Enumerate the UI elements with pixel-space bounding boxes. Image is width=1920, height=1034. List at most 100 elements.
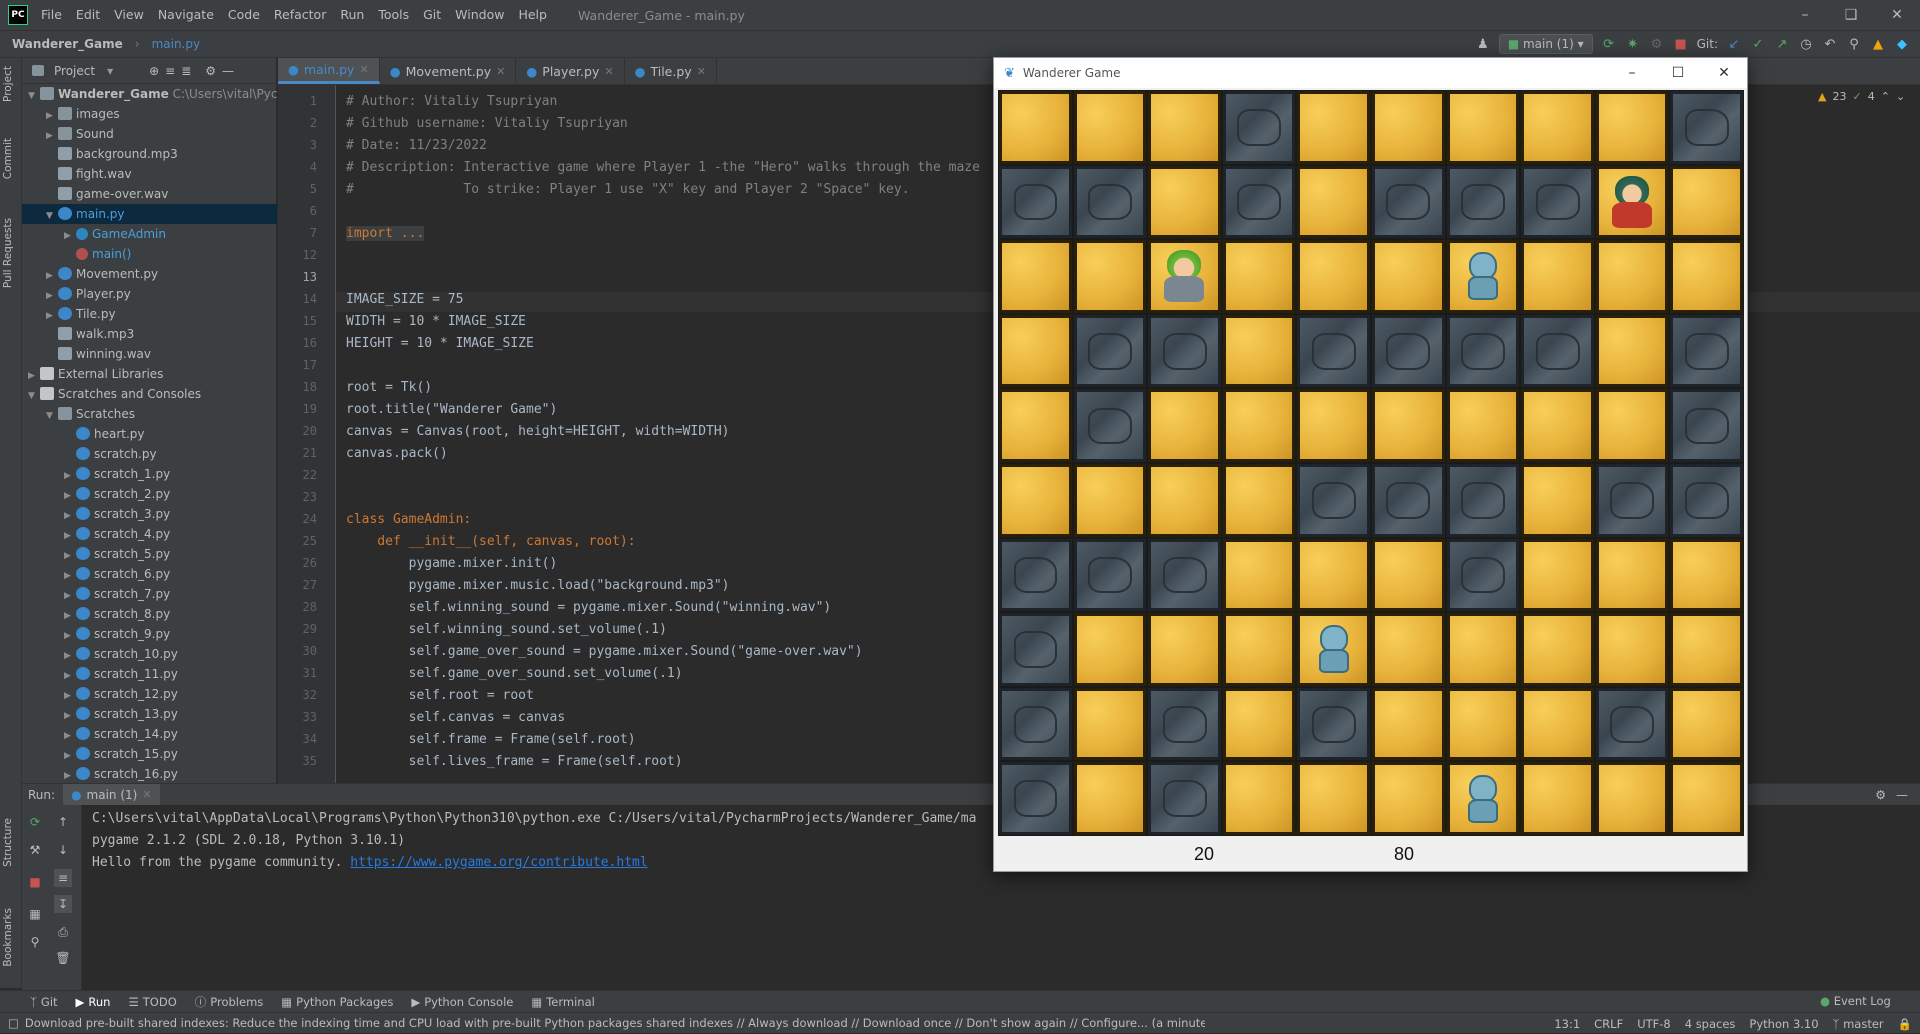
tree-item[interactable]: ▶ scratch_2.py — [22, 484, 277, 504]
menu-window[interactable]: Window — [448, 0, 511, 30]
tree-item[interactable]: ▶ scratch_10.py — [22, 644, 277, 664]
run-config-select[interactable]: ■ main (1) ▾ — [1498, 34, 1593, 54]
tree-item[interactable]: ▶ scratch_12.py — [22, 684, 277, 704]
pull-requests-tool-tab[interactable]: Pull Requests — [2, 218, 14, 288]
git-commit-icon[interactable]: ✓ — [1750, 36, 1766, 52]
menu-code[interactable]: Code — [221, 0, 267, 30]
updates-icon[interactable]: ▲ — [1870, 36, 1886, 52]
tree-item[interactable]: heart.py — [22, 424, 277, 444]
status-message[interactable]: Download pre-built shared indexes: Reduc… — [25, 1016, 1205, 1030]
chevron-down-icon[interactable]: ▾ — [107, 64, 113, 78]
menu-git[interactable]: Git — [416, 0, 448, 30]
tree-item[interactable]: ▶ scratch_6.py — [22, 564, 277, 584]
close-icon[interactable]: ✕ — [1874, 0, 1920, 30]
rerun-icon[interactable]: ⟳ — [1601, 36, 1617, 52]
gear-icon[interactable]: ⚙ — [205, 64, 216, 78]
tree-item[interactable]: ▶ Player.py — [22, 284, 277, 304]
history-icon[interactable]: ◷ — [1798, 36, 1814, 52]
tree-item[interactable]: ▶ scratch_5.py — [22, 544, 277, 564]
tree-item[interactable]: game-over.wav — [22, 184, 277, 204]
maximize-icon[interactable]: ☐ — [1655, 58, 1701, 88]
tab-todo[interactable]: ☰ TODO — [128, 995, 176, 1009]
hide-icon[interactable]: — — [1896, 788, 1908, 802]
tree-item[interactable]: ▶ Tile.py — [22, 304, 277, 324]
tree-item[interactable]: ▶ scratch_16.py — [22, 764, 277, 784]
collapse-all-icon[interactable]: ≣ — [181, 64, 191, 78]
commit-tool-tab[interactable]: Commit — [2, 138, 14, 179]
locate-icon[interactable]: ⊕ — [149, 64, 159, 78]
structure-tool-tab[interactable]: Structure — [2, 818, 14, 867]
close-icon[interactable]: ✕ — [697, 65, 706, 78]
tree-root[interactable]: ▼ Wanderer_Game C:\Users\vital\Pychar — [22, 84, 297, 104]
editor-tab[interactable]: ● Player.py ✕ — [516, 58, 625, 84]
game-window[interactable]: ❦ Wanderer Game – ☐ ✕ 20 80 — [993, 57, 1748, 872]
menu-file[interactable]: File — [34, 0, 69, 30]
wrench-icon[interactable]: ⚒ — [26, 841, 44, 859]
tree-item[interactable]: ▼ Scratches and Consoles — [22, 384, 277, 404]
stop-icon[interactable]: ■ — [1673, 36, 1689, 52]
gear-icon[interactable]: ⚙ — [1875, 788, 1886, 802]
layout-icon[interactable]: ▦ — [26, 905, 44, 923]
coverage-icon[interactable]: ⚙ — [1649, 36, 1665, 52]
down-arrow-icon[interactable]: ↓ — [54, 841, 72, 859]
user-icon[interactable]: ♟ — [1475, 36, 1491, 52]
editor-tab[interactable]: ● Tile.py ✕ — [625, 58, 717, 84]
inspection-widget[interactable]: ▲ 23 ✓ 4 ⌃ ⌄ — [1818, 90, 1905, 103]
restore-icon[interactable]: ❑ — [1828, 0, 1874, 30]
chevron-down-icon[interactable]: ⌄ — [1896, 90, 1905, 103]
menu-refactor[interactable]: Refactor — [267, 0, 333, 30]
menu-run[interactable]: Run — [333, 0, 371, 30]
tree-item[interactable]: background.mp3 — [22, 144, 277, 164]
tab-terminal[interactable]: ▦ Terminal — [531, 995, 594, 1009]
scroll-to-end-icon[interactable]: ↧ — [54, 895, 72, 913]
tree-item[interactable]: ▶ scratch_1.py — [22, 464, 277, 484]
rollback-icon[interactable]: ↶ — [1822, 36, 1838, 52]
caret-position[interactable]: 13:1 — [1554, 1017, 1580, 1031]
tree-item[interactable]: ▶ images — [22, 104, 277, 124]
plugin-icon[interactable]: ◆ — [1894, 36, 1910, 52]
tree-item[interactable]: ▶ GameAdmin — [22, 224, 277, 244]
tab-python-console[interactable]: ▶ Python Console — [411, 995, 513, 1009]
project-tool-tab[interactable]: Project — [2, 66, 14, 102]
tree-item[interactable]: ▶ Movement.py — [22, 264, 277, 284]
tree-item[interactable]: ▶ scratch_15.py — [22, 744, 277, 764]
menu-navigate[interactable]: Navigate — [151, 0, 221, 30]
hide-icon[interactable]: — — [222, 64, 234, 78]
tree-item[interactable]: ▶ scratch_4.py — [22, 524, 277, 544]
debug-icon[interactable]: ✷ — [1625, 36, 1641, 52]
breadcrumb-file[interactable]: main.py — [146, 37, 207, 51]
tab-git[interactable]: ᛉ Git — [30, 995, 58, 1009]
print-icon[interactable]: ⎙ — [54, 923, 72, 941]
tree-item[interactable]: main() — [22, 244, 277, 264]
editor-tab[interactable]: ● Movement.py ✕ — [380, 58, 517, 84]
rerun-icon[interactable]: ⟳ — [26, 813, 44, 831]
close-icon[interactable]: ✕ — [496, 65, 505, 78]
close-icon[interactable]: ✕ — [604, 65, 613, 78]
menu-edit[interactable]: Edit — [69, 0, 107, 30]
git-branch[interactable]: ᛉ master — [1833, 1017, 1884, 1031]
tree-item[interactable]: ▼ Scratches — [22, 404, 277, 424]
game-board[interactable] — [998, 90, 1744, 836]
tree-item[interactable]: ▶ scratch_7.py — [22, 584, 277, 604]
tab-run[interactable]: ▶ Run — [76, 995, 111, 1009]
git-push-icon[interactable]: ↗ — [1774, 36, 1790, 52]
event-log-tab[interactable]: ● Event Log — [1820, 994, 1891, 1008]
tree-item[interactable]: ▶ scratch_3.py — [22, 504, 277, 524]
tree-item[interactable]: ▶ External Libraries — [22, 364, 277, 384]
minimize-icon[interactable]: – — [1782, 0, 1828, 30]
tree-item[interactable]: fight.wav — [22, 164, 277, 184]
pygame-contribute-link[interactable]: https://www.pygame.org/contribute.html — [350, 855, 647, 870]
close-icon[interactable]: ✕ — [1701, 58, 1747, 88]
project-panel-title[interactable]: Project — [54, 64, 95, 78]
run-tab[interactable]: ● main (1) ✕ — [63, 783, 160, 806]
close-icon[interactable]: ✕ — [359, 63, 368, 76]
tree-item[interactable]: ▶ Sound — [22, 124, 277, 144]
stop-icon[interactable]: ■ — [26, 873, 44, 891]
line-separator[interactable]: CRLF — [1594, 1017, 1623, 1031]
tab-python-packages[interactable]: ▦ Python Packages — [281, 995, 393, 1009]
pin-icon[interactable]: ⚲ — [26, 933, 44, 951]
indent-setting[interactable]: 4 spaces — [1685, 1017, 1736, 1031]
tree-item[interactable]: walk.mp3 — [22, 324, 277, 344]
expand-all-icon[interactable]: ≡ — [165, 64, 175, 78]
tree-item[interactable]: ▶ scratch_9.py — [22, 624, 277, 644]
